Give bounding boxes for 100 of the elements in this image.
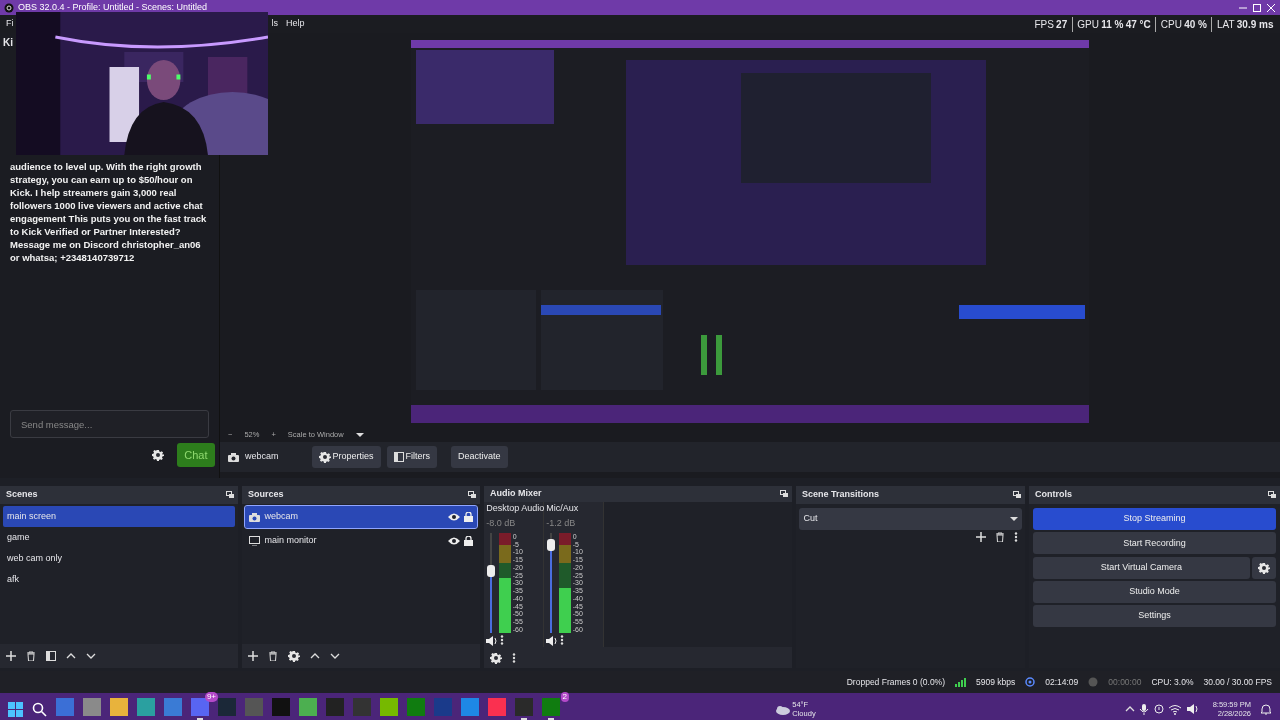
transition-select[interactable]: Cut <box>799 508 1022 530</box>
dock-title: Sources <box>248 488 284 502</box>
lock-icon[interactable] <box>464 536 473 546</box>
app-logo-icon <box>4 2 14 13</box>
settings-icon <box>1258 561 1270 574</box>
control-button[interactable]: Start Virtual Camera <box>1033 556 1250 579</box>
menu-item[interactable]: Help <box>282 17 309 31</box>
chevron-up-icon[interactable] <box>66 651 76 661</box>
speaker-icon[interactable] <box>486 635 498 647</box>
undock-icon[interactable] <box>226 491 234 499</box>
volume-slider[interactable] <box>546 532 557 633</box>
volume-reading: -8.0 dB <box>486 517 516 531</box>
caret-icon <box>1009 517 1018 521</box>
settings-icon[interactable] <box>151 448 164 461</box>
undock-icon[interactable] <box>1268 491 1276 499</box>
lock-icon[interactable] <box>464 512 473 522</box>
more-icon[interactable] <box>499 635 504 645</box>
eye-icon[interactable] <box>447 512 460 522</box>
undock-icon[interactable] <box>780 489 788 498</box>
dock-title: Controls <box>1035 488 1072 502</box>
notification-badge: 9+ <box>204 692 218 702</box>
source-item[interactable]: main monitor <box>245 530 477 552</box>
volume-icon[interactable] <box>1186 703 1198 715</box>
source-name: webcam <box>245 450 279 464</box>
cloud-icon <box>775 703 791 715</box>
stat-value: 40 % <box>1184 17 1207 32</box>
stat-value: 30.9 ms <box>1236 17 1274 32</box>
toolbar-button[interactable]: Filters <box>386 446 438 468</box>
source-item[interactable]: webcam <box>245 506 477 528</box>
filter-icon[interactable] <box>46 651 56 661</box>
control-button[interactable]: Settings <box>1033 605 1276 627</box>
start-icon[interactable] <box>8 701 23 717</box>
chevron-down-icon[interactable] <box>330 651 340 661</box>
wifi-icon[interactable] <box>1168 703 1183 715</box>
cpu-usage: CPU: 3.0% <box>1151 675 1194 689</box>
monitor-icon <box>249 536 260 546</box>
notification-badge: 2 <box>560 692 569 702</box>
scene-item[interactable]: afk <box>3 569 235 590</box>
camera-icon <box>249 512 260 522</box>
settings-icon[interactable] <box>288 650 300 662</box>
undock-icon[interactable] <box>1013 491 1021 499</box>
scene-item[interactable]: main screen <box>3 506 235 527</box>
app-icon[interactable] <box>191 698 209 720</box>
trash-icon[interactable] <box>268 651 278 661</box>
more-icon[interactable] <box>512 652 516 663</box>
caret-icon[interactable] <box>355 433 364 437</box>
trash-icon[interactable] <box>26 651 36 661</box>
chat-message: audience to level up. With the right growth strategy, you can earn up to $50/hour on Kick. I help streamers gain 3,000 real followers 1000 live viewers and active chat engagement This puts you on the fast track to Kick Verified or Partner Interested? Message me on Discord christopher_an06 or whatsa; +2348140739712 <box>9 160 208 264</box>
more-icon[interactable] <box>1013 532 1018 543</box>
volume-reading: -1.2 dB <box>546 517 576 531</box>
add-icon[interactable] <box>975 532 986 543</box>
chat-tab[interactable]: Ki <box>3 35 13 50</box>
filter-icon <box>393 452 404 462</box>
message-input[interactable]: Send message... <box>10 410 209 438</box>
settings-icon <box>318 451 331 463</box>
volume-slider[interactable] <box>486 532 497 633</box>
close-icon[interactable] <box>1266 2 1276 13</box>
dock-title: Scene Transitions <box>802 488 880 502</box>
stream-icon <box>1025 677 1036 687</box>
stream-time: 02:14:09 <box>1045 675 1079 689</box>
stat-value: 27 <box>1056 17 1068 32</box>
record-time: 00:00:00 <box>1108 675 1142 689</box>
scene-item[interactable]: game <box>3 527 235 548</box>
bitrate: 5909 kbps <box>976 675 1016 689</box>
camera-icon <box>228 452 239 462</box>
menu-item[interactable]: Fi <box>2 17 18 31</box>
bell-icon[interactable] <box>1260 703 1272 715</box>
stat-label: GPU <box>1077 17 1099 32</box>
speaker-icon[interactable] <box>546 635 558 647</box>
settings-button[interactable] <box>1252 556 1276 579</box>
settings-icon[interactable] <box>490 651 502 664</box>
add-icon[interactable] <box>248 651 258 661</box>
undock-icon[interactable] <box>468 491 476 499</box>
toolbar-button[interactable]: Properties <box>311 446 381 468</box>
status-icon[interactable] <box>1153 704 1164 714</box>
app-icon[interactable] <box>515 698 533 720</box>
control-button[interactable]: Studio Mode <box>1033 580 1276 603</box>
stat-label: CPU <box>1160 17 1182 32</box>
dropped-frames: Dropped Frames 0 (0.0%) <box>846 675 945 689</box>
chevron-up-icon[interactable] <box>1124 704 1135 714</box>
microphone-icon[interactable] <box>1139 703 1150 715</box>
chevron-down-icon[interactable] <box>86 651 96 661</box>
app-icon[interactable] <box>542 698 560 720</box>
dock-title: Scenes <box>6 488 38 502</box>
maximize-icon[interactable] <box>1252 2 1262 13</box>
add-icon[interactable] <box>6 651 16 661</box>
eye-icon[interactable] <box>447 536 460 546</box>
control-button[interactable]: Stop Streaming <box>1033 508 1276 530</box>
dock-title: Audio Mixer <box>490 487 542 501</box>
control-button[interactable]: Start Recording <box>1033 532 1276 555</box>
trash-icon[interactable] <box>994 532 1005 543</box>
more-icon[interactable] <box>559 635 564 645</box>
toolbar-button[interactable]: Deactivate <box>451 446 508 468</box>
menu-item[interactable]: ls <box>267 17 282 31</box>
record-icon <box>1088 677 1099 687</box>
slider-thumb[interactable] <box>547 538 556 551</box>
search-icon[interactable] <box>32 701 47 717</box>
scene-item[interactable]: web cam only <box>3 548 235 569</box>
slider-thumb[interactable] <box>487 564 496 577</box>
chevron-up-icon[interactable] <box>310 651 320 661</box>
